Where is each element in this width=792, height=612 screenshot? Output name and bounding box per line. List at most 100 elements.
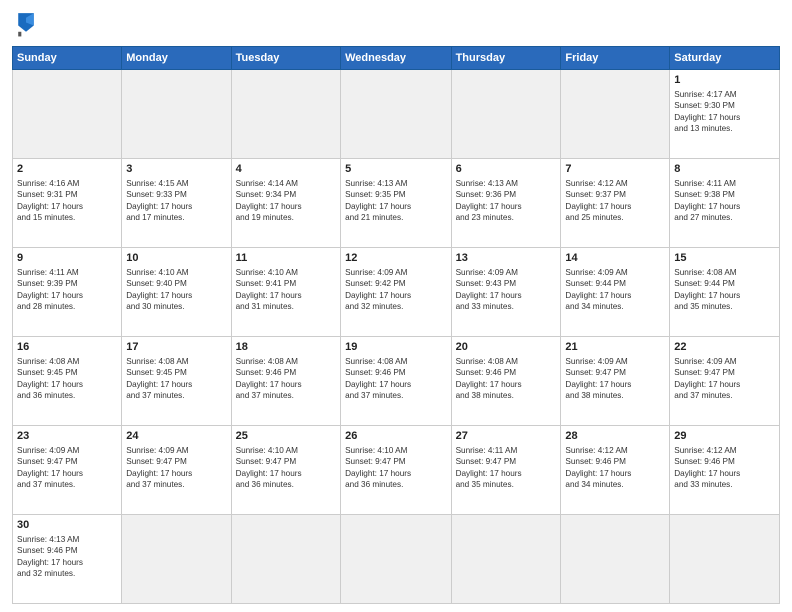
calendar-table: Sunday Monday Tuesday Wednesday Thursday… (12, 46, 780, 604)
day-info: Sunrise: 4:08 AM Sunset: 9:45 PM Dayligh… (17, 356, 117, 402)
day-number: 27 (456, 429, 557, 444)
day-info: Sunrise: 4:11 AM Sunset: 9:39 PM Dayligh… (17, 267, 117, 313)
header-friday: Friday (561, 47, 670, 70)
calendar-cell: 28Sunrise: 4:12 AM Sunset: 9:46 PM Dayli… (561, 426, 670, 515)
day-number: 2 (17, 162, 117, 177)
calendar-cell: 5Sunrise: 4:13 AM Sunset: 9:35 PM Daylig… (341, 159, 451, 248)
day-number: 19 (345, 340, 446, 355)
calendar-cell: 29Sunrise: 4:12 AM Sunset: 9:46 PM Dayli… (670, 426, 780, 515)
header (12, 10, 780, 38)
day-number: 8 (674, 162, 775, 177)
calendar-cell: 16Sunrise: 4:08 AM Sunset: 9:45 PM Dayli… (13, 337, 122, 426)
day-info: Sunrise: 4:09 AM Sunset: 9:43 PM Dayligh… (456, 267, 557, 313)
calendar-cell: 7Sunrise: 4:12 AM Sunset: 9:37 PM Daylig… (561, 159, 670, 248)
calendar-cell: 23Sunrise: 4:09 AM Sunset: 9:47 PM Dayli… (13, 426, 122, 515)
calendar-cell (561, 70, 670, 159)
day-number: 3 (126, 162, 226, 177)
day-info: Sunrise: 4:08 AM Sunset: 9:44 PM Dayligh… (674, 267, 775, 313)
day-number: 26 (345, 429, 446, 444)
day-info: Sunrise: 4:17 AM Sunset: 9:30 PM Dayligh… (674, 89, 775, 135)
day-number: 7 (565, 162, 665, 177)
day-info: Sunrise: 4:12 AM Sunset: 9:46 PM Dayligh… (565, 445, 665, 491)
calendar-cell: 19Sunrise: 4:08 AM Sunset: 9:46 PM Dayli… (341, 337, 451, 426)
day-info: Sunrise: 4:08 AM Sunset: 9:46 PM Dayligh… (345, 356, 446, 402)
calendar-cell (13, 70, 122, 159)
day-info: Sunrise: 4:09 AM Sunset: 9:47 PM Dayligh… (674, 356, 775, 402)
day-info: Sunrise: 4:14 AM Sunset: 9:34 PM Dayligh… (236, 178, 336, 224)
calendar-cell (561, 515, 670, 604)
calendar-cell: 26Sunrise: 4:10 AM Sunset: 9:47 PM Dayli… (341, 426, 451, 515)
day-info: Sunrise: 4:08 AM Sunset: 9:45 PM Dayligh… (126, 356, 226, 402)
calendar-cell: 11Sunrise: 4:10 AM Sunset: 9:41 PM Dayli… (231, 248, 340, 337)
calendar-cell (122, 70, 231, 159)
day-info: Sunrise: 4:10 AM Sunset: 9:40 PM Dayligh… (126, 267, 226, 313)
calendar-cell: 12Sunrise: 4:09 AM Sunset: 9:42 PM Dayli… (341, 248, 451, 337)
header-wednesday: Wednesday (341, 47, 451, 70)
day-info: Sunrise: 4:15 AM Sunset: 9:33 PM Dayligh… (126, 178, 226, 224)
calendar-cell (341, 70, 451, 159)
day-number: 18 (236, 340, 336, 355)
calendar-cell: 17Sunrise: 4:08 AM Sunset: 9:45 PM Dayli… (122, 337, 231, 426)
calendar-cell (231, 515, 340, 604)
day-info: Sunrise: 4:12 AM Sunset: 9:46 PM Dayligh… (674, 445, 775, 491)
day-number: 4 (236, 162, 336, 177)
calendar-cell: 1Sunrise: 4:17 AM Sunset: 9:30 PM Daylig… (670, 70, 780, 159)
day-info: Sunrise: 4:10 AM Sunset: 9:47 PM Dayligh… (236, 445, 336, 491)
calendar-cell: 8Sunrise: 4:11 AM Sunset: 9:38 PM Daylig… (670, 159, 780, 248)
calendar-cell: 4Sunrise: 4:14 AM Sunset: 9:34 PM Daylig… (231, 159, 340, 248)
day-number: 23 (17, 429, 117, 444)
header-sunday: Sunday (13, 47, 122, 70)
day-info: Sunrise: 4:13 AM Sunset: 9:46 PM Dayligh… (17, 534, 117, 580)
day-info: Sunrise: 4:09 AM Sunset: 9:47 PM Dayligh… (126, 445, 226, 491)
day-number: 17 (126, 340, 226, 355)
day-number: 24 (126, 429, 226, 444)
day-number: 15 (674, 251, 775, 266)
calendar-cell: 18Sunrise: 4:08 AM Sunset: 9:46 PM Dayli… (231, 337, 340, 426)
day-info: Sunrise: 4:10 AM Sunset: 9:47 PM Dayligh… (345, 445, 446, 491)
calendar-cell: 10Sunrise: 4:10 AM Sunset: 9:40 PM Dayli… (122, 248, 231, 337)
day-info: Sunrise: 4:08 AM Sunset: 9:46 PM Dayligh… (456, 356, 557, 402)
header-thursday: Thursday (451, 47, 561, 70)
header-tuesday: Tuesday (231, 47, 340, 70)
calendar-cell: 22Sunrise: 4:09 AM Sunset: 9:47 PM Dayli… (670, 337, 780, 426)
calendar-cell (231, 70, 340, 159)
calendar-cell: 2Sunrise: 4:16 AM Sunset: 9:31 PM Daylig… (13, 159, 122, 248)
day-number: 21 (565, 340, 665, 355)
calendar-cell (122, 515, 231, 604)
day-info: Sunrise: 4:13 AM Sunset: 9:35 PM Dayligh… (345, 178, 446, 224)
day-info: Sunrise: 4:12 AM Sunset: 9:37 PM Dayligh… (565, 178, 665, 224)
day-number: 16 (17, 340, 117, 355)
day-number: 25 (236, 429, 336, 444)
day-number: 14 (565, 251, 665, 266)
header-saturday: Saturday (670, 47, 780, 70)
calendar-cell (341, 515, 451, 604)
day-number: 22 (674, 340, 775, 355)
day-number: 20 (456, 340, 557, 355)
day-number: 11 (236, 251, 336, 266)
calendar-cell: 20Sunrise: 4:08 AM Sunset: 9:46 PM Dayli… (451, 337, 561, 426)
logo (12, 10, 44, 38)
calendar-cell: 13Sunrise: 4:09 AM Sunset: 9:43 PM Dayli… (451, 248, 561, 337)
weekday-header-row: Sunday Monday Tuesday Wednesday Thursday… (13, 47, 780, 70)
day-number: 30 (17, 518, 117, 533)
calendar-cell: 9Sunrise: 4:11 AM Sunset: 9:39 PM Daylig… (13, 248, 122, 337)
calendar-cell: 14Sunrise: 4:09 AM Sunset: 9:44 PM Dayli… (561, 248, 670, 337)
calendar-cell (670, 515, 780, 604)
calendar-cell: 27Sunrise: 4:11 AM Sunset: 9:47 PM Dayli… (451, 426, 561, 515)
calendar-cell (451, 515, 561, 604)
calendar-cell: 24Sunrise: 4:09 AM Sunset: 9:47 PM Dayli… (122, 426, 231, 515)
day-info: Sunrise: 4:09 AM Sunset: 9:42 PM Dayligh… (345, 267, 446, 313)
day-info: Sunrise: 4:10 AM Sunset: 9:41 PM Dayligh… (236, 267, 336, 313)
day-info: Sunrise: 4:09 AM Sunset: 9:47 PM Dayligh… (565, 356, 665, 402)
day-info: Sunrise: 4:11 AM Sunset: 9:38 PM Dayligh… (674, 178, 775, 224)
day-number: 10 (126, 251, 226, 266)
day-number: 5 (345, 162, 446, 177)
calendar-cell: 21Sunrise: 4:09 AM Sunset: 9:47 PM Dayli… (561, 337, 670, 426)
calendar-cell: 3Sunrise: 4:15 AM Sunset: 9:33 PM Daylig… (122, 159, 231, 248)
calendar-cell: 6Sunrise: 4:13 AM Sunset: 9:36 PM Daylig… (451, 159, 561, 248)
day-number: 6 (456, 162, 557, 177)
day-number: 28 (565, 429, 665, 444)
day-info: Sunrise: 4:16 AM Sunset: 9:31 PM Dayligh… (17, 178, 117, 224)
day-info: Sunrise: 4:09 AM Sunset: 9:47 PM Dayligh… (17, 445, 117, 491)
day-number: 12 (345, 251, 446, 266)
